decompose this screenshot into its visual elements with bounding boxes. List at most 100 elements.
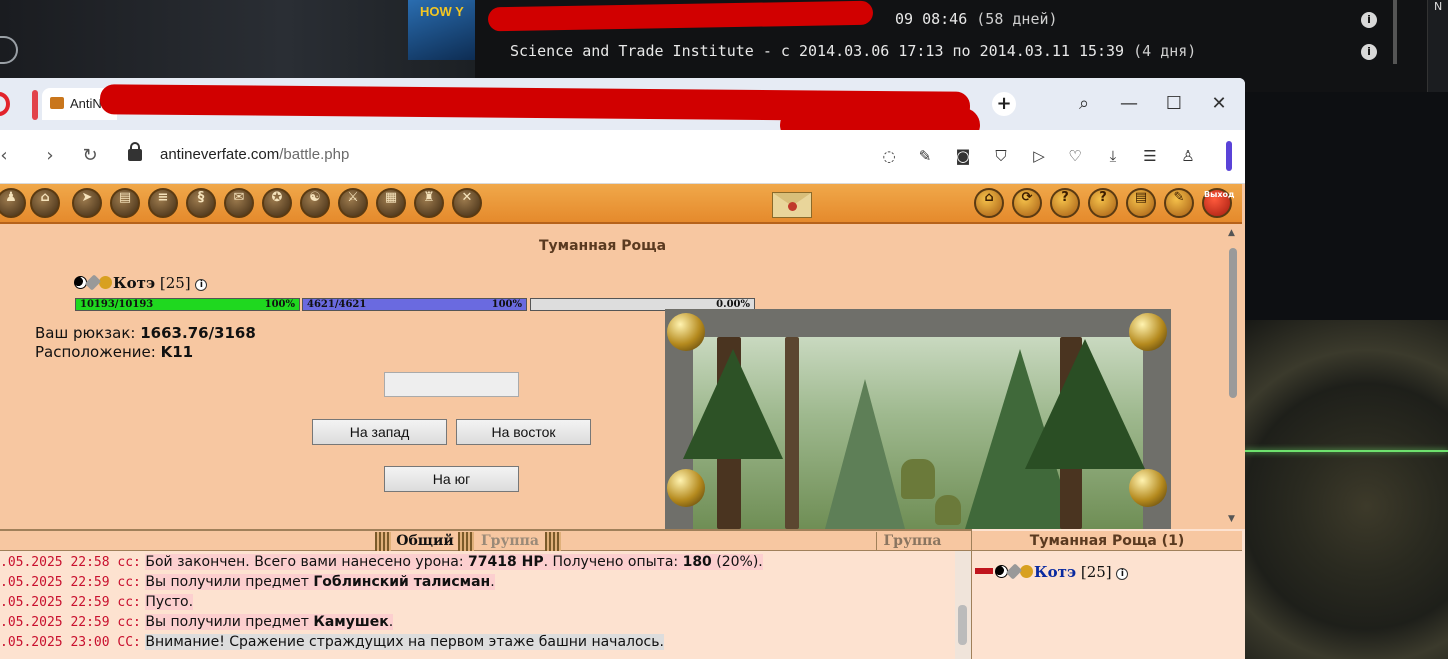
- rules-book-icon[interactable]: ▤: [1126, 188, 1156, 218]
- tree: [683, 349, 783, 459]
- settings-icon[interactable]: ☰: [1139, 145, 1161, 167]
- go-east-button[interactable]: На восток: [456, 419, 591, 445]
- character-name[interactable]: Котэ: [113, 274, 155, 292]
- online-user[interactable]: Котэ [25] i: [975, 563, 1129, 581]
- goblin-figure: [901, 459, 935, 499]
- stack-icon[interactable]: ≡: [148, 188, 178, 218]
- info-icon[interactable]: i: [1361, 44, 1377, 60]
- dragon-icon[interactable]: §: [186, 188, 216, 218]
- scroll-up-icon[interactable]: ▲: [1228, 228, 1235, 238]
- swords-icon[interactable]: ⚔: [338, 188, 368, 218]
- gate-icon[interactable]: ⌂: [30, 188, 60, 218]
- camera-icon[interactable]: ◙: [952, 145, 974, 167]
- castle-icon[interactable]: ♜: [414, 188, 444, 218]
- online-list: Туманная Роща (1) Котэ [25] i: [971, 529, 1245, 659]
- forward-icon[interactable]: ›: [38, 144, 62, 168]
- reload-icon[interactable]: ↻: [78, 144, 102, 168]
- sword-icon: [1005, 563, 1023, 580]
- tree: [1025, 339, 1145, 469]
- scroll-icon[interactable]: ✉: [224, 188, 254, 218]
- frame-orb: [667, 313, 705, 351]
- address-bar: ‹ › ↻ antineverfate.com/battle.php ◌ ✎ ◙…: [0, 130, 1245, 184]
- info-icon[interactable]: i: [1361, 12, 1377, 28]
- desktop-background: [0, 0, 475, 80]
- edit-icon[interactable]: ✎: [914, 145, 936, 167]
- message-time: .05.2025 22:59 cc:: [0, 615, 141, 630]
- message-time: .05.2025 22:59 cc:: [0, 595, 141, 610]
- sidebar-accent: [1226, 141, 1232, 171]
- chat-message: .05.2025 22:59 cc: Вы получили предмет Г…: [0, 574, 495, 590]
- character-info: Котэ [25] i: [74, 274, 208, 292]
- tab-divider: [375, 532, 391, 551]
- star-icon: [1020, 565, 1033, 578]
- forum-icon[interactable]: ✎: [1164, 188, 1194, 218]
- clan-icon[interactable]: ✪: [262, 188, 292, 218]
- chat-scrollbar[interactable]: [955, 551, 971, 659]
- star-icon: [99, 276, 112, 289]
- tab-group-chat[interactable]: Группа: [474, 532, 546, 551]
- chat-message: .05.2025 23:00 CC: Внимание! Сражение ст…: [0, 634, 664, 650]
- download-icon[interactable]: ⤓: [1102, 145, 1124, 167]
- game-page: ♟ ⌂ ➤ ▤ ≡ § ✉ ✪ ☯ ⚔ ▦ ♜ ✕ ⌂ ⟳ ? ? ▤ ✎ Вы…: [0, 184, 1245, 659]
- home-icon[interactable]: ⌂: [974, 188, 1004, 218]
- chat-icon[interactable]: ◌: [878, 145, 900, 167]
- frame-orb: [1129, 313, 1167, 351]
- new-tab-button[interactable]: +: [992, 92, 1016, 116]
- maximize-button[interactable]: ☐: [1161, 91, 1187, 117]
- battle-icon[interactable]: ✕: [452, 188, 482, 218]
- location-title: Туманная Роща: [538, 238, 667, 254]
- page-scrollbar[interactable]: ▲ ▼: [1225, 226, 1242, 529]
- faq-icon[interactable]: ?: [1088, 188, 1118, 218]
- scrollbar-thumb[interactable]: [1229, 248, 1237, 398]
- yin-yang-icon[interactable]: ☯: [300, 188, 330, 218]
- chat-message: .05.2025 22:59 cc: Пусто.: [0, 594, 194, 610]
- favicon-icon: [50, 97, 64, 109]
- shield-icon[interactable]: ⛉: [990, 145, 1012, 167]
- frame-orb: [667, 469, 705, 507]
- scrollbar[interactable]: [1393, 0, 1397, 64]
- minimize-button[interactable]: —: [1116, 91, 1142, 117]
- go-west-button[interactable]: На запад: [312, 419, 447, 445]
- url-field[interactable]: antineverfate.com/battle.php: [160, 146, 349, 163]
- info-icon[interactable]: i: [1116, 568, 1129, 580]
- video-thumbnail[interactable]: HOW Y: [408, 0, 476, 60]
- opera-logo-icon[interactable]: [0, 92, 10, 116]
- tab-divider: [458, 532, 474, 551]
- lock-icon: [128, 142, 142, 161]
- browser-window: AntiN + ⌕ — ☐ ✕ ‹ › ↻ antineverfate.com/…: [0, 78, 1245, 659]
- chat-message: .05.2025 22:59 cc: Вы получили предмет К…: [0, 614, 394, 630]
- tab-accent: [32, 90, 38, 120]
- back-icon[interactable]: ‹: [0, 144, 16, 168]
- mail-icon[interactable]: [772, 192, 812, 218]
- book-icon[interactable]: ▤: [110, 188, 140, 218]
- tree: [825, 379, 905, 529]
- refresh-icon[interactable]: ⟳: [1012, 188, 1042, 218]
- message-time: .05.2025 22:58 cc:: [0, 555, 141, 570]
- character-icon[interactable]: ♟: [0, 188, 26, 218]
- scrollbar-thumb[interactable]: [958, 605, 967, 645]
- game-toolbar: ♟ ⌂ ➤ ▤ ≡ § ✉ ✪ ☯ ⚔ ▦ ♜ ✕ ⌂ ⟳ ? ? ▤ ✎ Вы…: [0, 184, 1242, 224]
- scroll-down-icon[interactable]: ▼: [1228, 514, 1235, 524]
- exit-button[interactable]: Выход: [1202, 188, 1234, 218]
- tree: [785, 337, 799, 529]
- hp-bar: 10193/10193 100%: [75, 298, 300, 311]
- tab-bar: AntiN + ⌕ — ☐ ✕: [0, 78, 1245, 142]
- tab-general-chat[interactable]: Общий: [392, 532, 458, 551]
- help-icon[interactable]: ?: [1050, 188, 1080, 218]
- heart-icon[interactable]: ♡: [1064, 145, 1086, 167]
- character-level: [25]: [159, 274, 191, 292]
- profile-icon[interactable]: ♙: [1177, 145, 1199, 167]
- arrow-icon[interactable]: ➤: [72, 188, 102, 218]
- online-list-title: Туманная Роща (1): [972, 531, 1242, 551]
- search-icon[interactable]: ⌕: [1071, 91, 1097, 117]
- chat-log: .05.2025 22:58 cc: Бой закончен. Всего в…: [0, 551, 955, 659]
- info-icon[interactable]: i: [195, 279, 208, 291]
- close-button[interactable]: ✕: [1206, 91, 1232, 117]
- go-south-button[interactable]: На юг: [384, 466, 519, 492]
- blank-input[interactable]: [384, 372, 519, 397]
- private-message-icon[interactable]: [975, 568, 993, 574]
- arena-icon[interactable]: ▦: [376, 188, 406, 218]
- chat-message: .05.2025 22:58 cc: Бой закончен. Всего в…: [0, 554, 763, 570]
- play-icon[interactable]: ▷: [1028, 145, 1050, 167]
- tab-group-right[interactable]: Группа: [876, 532, 948, 551]
